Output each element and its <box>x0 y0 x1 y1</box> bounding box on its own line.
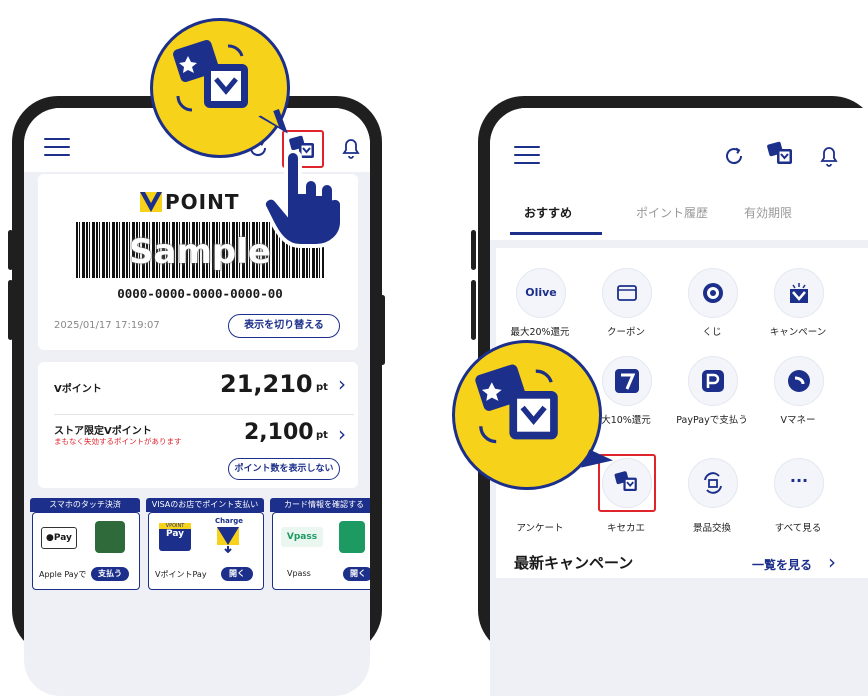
more-icon: ··· <box>789 471 809 490</box>
paypay-label: PayPayで支払う <box>676 415 748 426</box>
survey-label: アンケート <box>516 523 564 534</box>
tab-point-history[interactable]: ポイント履歴 <box>636 204 708 221</box>
charge-icon <box>217 527 239 557</box>
tab-expiration[interactable]: 有効期限 <box>744 204 792 221</box>
campaign-label: キャンペーン <box>769 327 827 338</box>
volume-button <box>471 230 476 270</box>
timestamp: 2025/01/17 17:19:07 <box>54 320 160 331</box>
kisekae-large-icon <box>472 358 582 472</box>
kisekae-large-icon <box>170 34 270 138</box>
divider <box>54 414 354 415</box>
promo-tab-card-info[interactable]: カード情報を確認する <box>270 498 370 512</box>
prize-exchange-label: 景品交換 <box>692 523 731 534</box>
coupon-icon <box>617 285 637 301</box>
menu-icon[interactable] <box>514 140 540 170</box>
vpass-open-button[interactable]: 開く <box>343 567 370 581</box>
kisekae-icon[interactable] <box>762 138 800 176</box>
charge-label: Charge <box>215 517 244 525</box>
latest-campaign-title: 最新キャンペーン <box>514 554 634 572</box>
apple-icon: ● <box>46 533 54 543</box>
paypay-button[interactable] <box>688 356 738 406</box>
vpointpay-card[interactable]: VPOINT Pay Charge VポイントPay 開く <box>148 512 264 590</box>
vpoint-value: 21,210 <box>220 370 313 398</box>
campaign-icon <box>790 283 808 303</box>
logo-text: POINT <box>165 190 240 214</box>
prize-exchange-button[interactable] <box>688 458 738 508</box>
points-card: Vポイント 21,210 pt › ストア限定Vポイント まもなく失効するポイン… <box>38 362 358 488</box>
kisekae-icon <box>614 471 637 492</box>
active-tab-indicator <box>510 232 602 235</box>
olive-logo: Olive <box>525 286 557 299</box>
vpoint-logo <box>140 192 162 216</box>
tab-recommended[interactable]: おすすめ <box>524 204 572 221</box>
olive-label: 最大20%還元 <box>510 327 570 338</box>
hand-pointer-icon <box>258 149 348 254</box>
expiring-warning: まもなく失効するポイントがあります <box>54 437 182 446</box>
vpointpay-caption: VポイントPay <box>155 570 207 579</box>
promo-tab-touch-payment[interactable]: スマホのタッチ決済 <box>30 498 140 512</box>
hide-points-button[interactable]: ポイント数を表示しない <box>228 458 340 480</box>
wallet-icon <box>95 521 125 553</box>
vpass-caption: Vpass <box>287 569 311 578</box>
chevron-right-icon[interactable]: › <box>338 372 346 396</box>
menu-icon[interactable] <box>44 132 70 162</box>
chevron-right-icon[interactable]: › <box>828 550 836 574</box>
paypay-icon <box>702 370 724 392</box>
chevron-right-icon[interactable]: › <box>338 422 346 446</box>
vmoney-button[interactable] <box>774 356 824 406</box>
prize-exchange-icon <box>704 472 722 494</box>
vpass-card[interactable]: Vpass Vpass 開く <box>272 512 370 590</box>
refresh-icon[interactable] <box>722 144 746 172</box>
toggle-display-button[interactable]: 表示を切り替える <box>228 314 340 338</box>
campaign-button[interactable] <box>774 268 824 318</box>
volume-button <box>471 280 476 340</box>
vmoney-label: Vマネー <box>780 415 816 426</box>
phone-app-icon <box>339 521 365 553</box>
vpass-badge: Vpass <box>281 527 323 547</box>
bell-icon[interactable] <box>818 144 840 172</box>
pt-unit: pt <box>316 430 328 441</box>
card-number: 0000-0000-0000-0000-00 <box>117 286 283 301</box>
promo-tab-visa-points[interactable]: VISAのお店でポイント支払い <box>146 498 264 512</box>
vpointpay-badge: VPOINT Pay <box>159 523 191 551</box>
vmoney-icon <box>788 370 810 392</box>
seven-eleven-icon <box>615 369 639 393</box>
vpointpay-open-button[interactable]: 開く <box>221 567 253 581</box>
store-vpoint-value: 2,100 <box>244 420 314 445</box>
more-button[interactable]: ··· <box>774 458 824 508</box>
olive-button[interactable]: Olive <box>516 268 566 318</box>
more-label: すべて見る <box>774 523 822 534</box>
pt-unit: pt <box>316 382 328 393</box>
see-all-link[interactable]: 一覧を見る <box>752 556 812 573</box>
vpoint-label: Vポイント <box>54 384 102 395</box>
coupon-button[interactable] <box>602 268 652 318</box>
store-vpoint-label: ストア限定Vポイント <box>54 426 152 437</box>
applepay-pay-button[interactable]: 支払う <box>91 567 129 581</box>
applepay-caption: Apple Payで <box>39 570 87 579</box>
coupon-label: クーポン <box>606 327 645 338</box>
applepay-card[interactable]: ●Pay Apple Payで 支払う <box>32 512 140 590</box>
applepay-badge: ●Pay <box>41 527 77 549</box>
lottery-target-icon <box>703 283 723 303</box>
lottery-button[interactable] <box>688 268 738 318</box>
lottery-label: くじ <box>702 327 722 338</box>
kisekae-label: キセカエ <box>606 523 645 534</box>
seven-eleven-button[interactable] <box>602 356 652 406</box>
